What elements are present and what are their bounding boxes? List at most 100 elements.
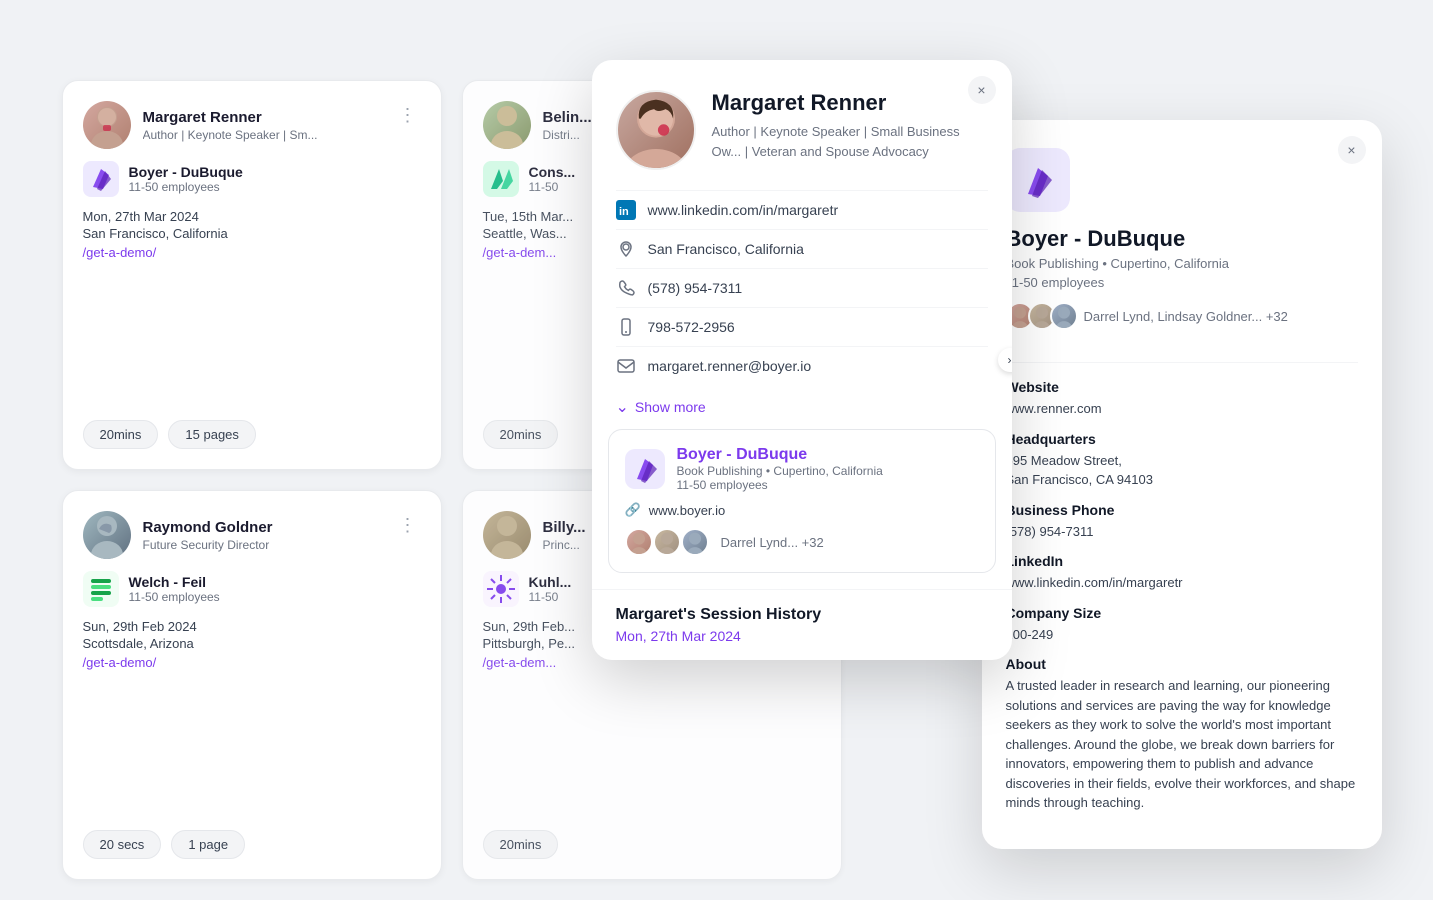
- demo-link[interactable]: /get-a-demo/: [83, 245, 157, 260]
- company-logo: [83, 161, 119, 197]
- avatar: [83, 511, 131, 559]
- team-label: Darrel Lynd... +32: [721, 535, 824, 550]
- company-row: Boyer - DuBuque 11-50 employees: [83, 161, 421, 197]
- location-item: San Francisco, California: [616, 229, 988, 268]
- panel-company-logo: [1006, 148, 1070, 212]
- company-card-industry: Book Publishing • Cupertino, California: [677, 464, 883, 478]
- phone-value: (578) 954-7311: [1006, 522, 1358, 542]
- more-options-icon[interactable]: ⋮: [395, 101, 421, 130]
- modal-person-title: Author | Keynote Speaker | Small Busines…: [712, 122, 988, 161]
- visit-date: Mon, 27th Mar 2024: [83, 209, 421, 224]
- session-date: Mon, 27th Mar 2024: [616, 628, 988, 644]
- company-website-row: 🔗 www.boyer.io: [625, 502, 979, 518]
- website-value: www.renner.com: [1006, 399, 1358, 419]
- person-title: Future Security Director: [143, 538, 273, 552]
- card-raymond-goldner[interactable]: Raymond Goldner Future Security Director…: [62, 490, 442, 880]
- panel-team-avatar-3: [1050, 302, 1078, 330]
- session-section: Margaret's Session History Mon, 27th Mar…: [592, 589, 1012, 660]
- linkedin-label: LinkedIn: [1006, 553, 1358, 569]
- employee-count: 11-50: [529, 590, 572, 604]
- company-website-value: www.boyer.io: [649, 503, 726, 518]
- company-name: Welch - Feil: [129, 574, 220, 590]
- linkedin-value: www.linkedin.com/in/margaretr: [1006, 573, 1358, 593]
- person-title: Distri...: [543, 128, 592, 142]
- company-info: Cons... 11-50: [529, 164, 576, 194]
- time-badge: 20mins: [83, 420, 159, 449]
- avatar: [83, 101, 131, 149]
- svg-text:in: in: [619, 206, 629, 218]
- team-avatar-3: [681, 528, 709, 556]
- company-logo: [483, 161, 519, 197]
- link-icon: 🔗: [625, 502, 641, 518]
- website-section: Website www.renner.com Headquarters 595 …: [982, 363, 1382, 829]
- panel-company-industry: Book Publishing • Cupertino, California: [1006, 256, 1358, 271]
- company-logo: [483, 571, 519, 607]
- company-detail-panel: × Boyer - DuBuque Book Publishing • Cupe…: [982, 120, 1382, 849]
- meta-info: Mon, 27th Mar 2024 San Francisco, Califo…: [83, 209, 421, 260]
- panel-team: Darrel Lynd, Lindsay Goldner... +32: [1006, 302, 1358, 330]
- company-name: Cons...: [529, 164, 576, 180]
- phone-label: Business Phone: [1006, 502, 1358, 518]
- card-footer: 20mins: [483, 830, 821, 859]
- card-person: Margaret Renner Author | Keynote Speaker…: [83, 101, 318, 149]
- employee-count: 11-50: [529, 180, 576, 194]
- card-person: Billy... Princ...: [483, 511, 586, 559]
- email-icon: [616, 356, 636, 376]
- modal-hero: Margaret Renner Author | Keynote Speaker…: [592, 60, 1012, 190]
- email-item: margaret.renner@boyer.io: [616, 346, 988, 385]
- demo-link[interactable]: /get-a-dem...: [483, 655, 557, 670]
- employee-count: 11-50 employees: [129, 180, 243, 194]
- linkedin-icon: in: [616, 200, 636, 220]
- company-card-section: Boyer - DuBuque Book Publishing • Cupert…: [608, 429, 996, 573]
- modal-close-button[interactable]: ×: [968, 76, 996, 104]
- phone-icon: [616, 278, 636, 298]
- mobile-value: 798-572-2956: [648, 319, 735, 335]
- hq-value: 595 Meadow Street, San Francisco, CA 941…: [1006, 451, 1358, 490]
- person-title: Princ...: [543, 538, 586, 552]
- size-label: Company Size: [1006, 605, 1358, 621]
- company-card-info: Boyer - DuBuque Book Publishing • Cupert…: [677, 446, 883, 492]
- modal-avatar: [616, 90, 696, 170]
- card-person: Belin... Distri...: [483, 101, 592, 149]
- modal-person-name: Margaret Renner: [712, 90, 988, 116]
- card-header: Raymond Goldner Future Security Director…: [83, 511, 421, 559]
- person-info: Raymond Goldner Future Security Director: [143, 519, 273, 552]
- person-name: Belin...: [543, 109, 592, 126]
- panel-team-label: Darrel Lynd, Lindsay Goldner... +32: [1084, 309, 1288, 324]
- company-name: Kuhl...: [529, 574, 572, 590]
- demo-link[interactable]: /get-a-demo/: [83, 655, 157, 670]
- person-name: Raymond Goldner: [143, 519, 273, 536]
- location-icon: [616, 239, 636, 259]
- person-name: Margaret Renner: [143, 109, 318, 126]
- show-more-button[interactable]: ⌄ Show more: [592, 385, 730, 429]
- employee-count: 11-50 employees: [129, 590, 220, 604]
- company-card-header: Boyer - DuBuque Book Publishing • Cupert…: [625, 446, 979, 492]
- company-info: Welch - Feil 11-50 employees: [129, 574, 220, 604]
- company-row: Welch - Feil 11-50 employees: [83, 571, 421, 607]
- company-name: Boyer - DuBuque: [129, 164, 243, 180]
- company-card-name: Boyer - DuBuque: [677, 446, 883, 464]
- demo-link[interactable]: /get-a-dem...: [483, 245, 557, 260]
- person-title: Author | Keynote Speaker | Sm...: [143, 128, 318, 142]
- modal-person-info: Margaret Renner Author | Keynote Speaker…: [712, 90, 988, 161]
- team-avatar-2: [653, 528, 681, 556]
- location: San Francisco, California: [83, 226, 421, 241]
- time-badge: 20mins: [483, 420, 559, 449]
- more-options-icon[interactable]: ⋮: [395, 511, 421, 540]
- card-margaret-renner[interactable]: Margaret Renner Author | Keynote Speaker…: [62, 80, 442, 470]
- linkedin-item: in www.linkedin.com/in/margaretr: [616, 190, 988, 229]
- meta-info: Sun, 29th Feb 2024 Scottsdale, Arizona /…: [83, 619, 421, 670]
- panel-company-name: Boyer - DuBuque: [1006, 226, 1358, 252]
- person-name: Billy...: [543, 519, 586, 536]
- company-info: Kuhl... 11-50: [529, 574, 572, 604]
- mobile-item: 798-572-2956: [616, 307, 988, 346]
- card-header: Margaret Renner Author | Keynote Speaker…: [83, 101, 421, 149]
- avatar: [483, 511, 531, 559]
- hq-label: Headquarters: [1006, 431, 1358, 447]
- panel-close-button[interactable]: ×: [1338, 136, 1366, 164]
- phone-item: (578) 954-7311: [616, 268, 988, 307]
- person-info: Belin... Distri...: [543, 109, 592, 142]
- person-detail-modal: × Margaret Renner Author | Keynote Speak…: [592, 60, 1012, 660]
- contact-list: in www.linkedin.com/in/margaretr San Fra…: [592, 190, 1012, 385]
- company-logo: [83, 571, 119, 607]
